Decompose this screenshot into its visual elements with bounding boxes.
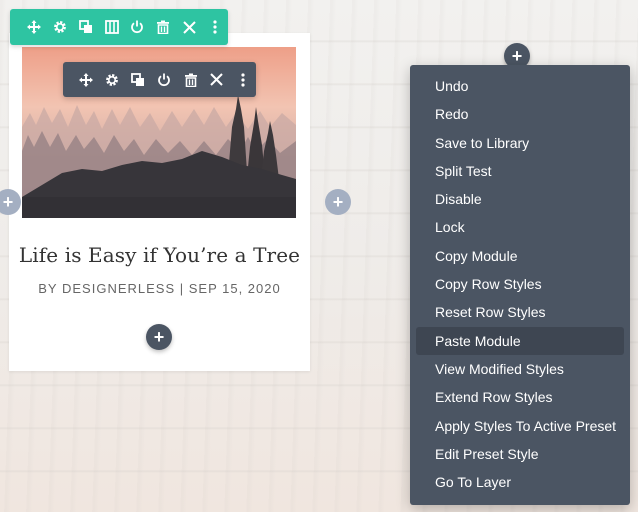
menu-item-go-to-layer[interactable]: Go To Layer bbox=[416, 468, 624, 496]
menu-item-copy-module[interactable]: Copy Module bbox=[416, 242, 624, 270]
menu-item-copy-row-styles[interactable]: Copy Row Styles bbox=[416, 270, 624, 298]
move-icon[interactable] bbox=[73, 62, 99, 97]
add-column-button[interactable]: + bbox=[325, 189, 351, 215]
add-module-button[interactable]: + bbox=[146, 324, 172, 350]
menu-item-redo[interactable]: Redo bbox=[416, 100, 624, 128]
menu-item-paste-module[interactable]: Paste Module bbox=[416, 326, 624, 355]
menu-item-reset-row-styles[interactable]: Reset Row Styles bbox=[416, 298, 624, 326]
menu-item-split-test[interactable]: Split Test bbox=[416, 157, 624, 185]
module-toolbar bbox=[63, 62, 256, 97]
more-vertical-icon[interactable] bbox=[230, 62, 256, 97]
menu-item-lock[interactable]: Lock bbox=[416, 213, 624, 241]
plus-icon: + bbox=[511, 46, 523, 66]
section-toolbar bbox=[10, 9, 228, 45]
plus-icon: + bbox=[332, 192, 344, 212]
more-vertical-icon[interactable] bbox=[202, 9, 228, 45]
move-icon[interactable] bbox=[21, 9, 47, 45]
plus-icon: + bbox=[153, 327, 165, 347]
menu-item-apply-styles-to-active-preset[interactable]: Apply Styles To Active Preset bbox=[416, 412, 624, 440]
gear-icon[interactable] bbox=[99, 62, 125, 97]
menu-item-save-to-library[interactable]: Save to Library bbox=[416, 129, 624, 157]
columns-icon[interactable] bbox=[99, 9, 125, 45]
duplicate-icon[interactable] bbox=[73, 9, 99, 45]
power-icon[interactable] bbox=[125, 9, 151, 45]
trash-icon[interactable] bbox=[178, 62, 204, 97]
menu-item-edit-preset-style[interactable]: Edit Preset Style bbox=[416, 440, 624, 468]
menu-item-view-modified-styles[interactable]: View Modified Styles bbox=[416, 355, 624, 383]
context-menu: Undo Redo Save to Library Split Test Dis… bbox=[410, 65, 630, 505]
close-icon[interactable] bbox=[204, 62, 230, 97]
menu-item-undo[interactable]: Undo bbox=[416, 72, 624, 100]
menu-item-extend-row-styles[interactable]: Extend Row Styles bbox=[416, 383, 624, 411]
post-meta: BY DESIGNERLESS | SEP 15, 2020 bbox=[38, 281, 281, 296]
duplicate-icon[interactable] bbox=[125, 62, 151, 97]
close-icon[interactable] bbox=[176, 9, 202, 45]
gear-icon[interactable] bbox=[47, 9, 73, 45]
menu-item-disable[interactable]: Disable bbox=[416, 185, 624, 213]
plus-icon: + bbox=[2, 192, 14, 212]
post-title[interactable]: Life is Easy if You’re a Tree bbox=[9, 243, 310, 267]
power-icon[interactable] bbox=[151, 62, 177, 97]
trash-icon[interactable] bbox=[150, 9, 176, 45]
